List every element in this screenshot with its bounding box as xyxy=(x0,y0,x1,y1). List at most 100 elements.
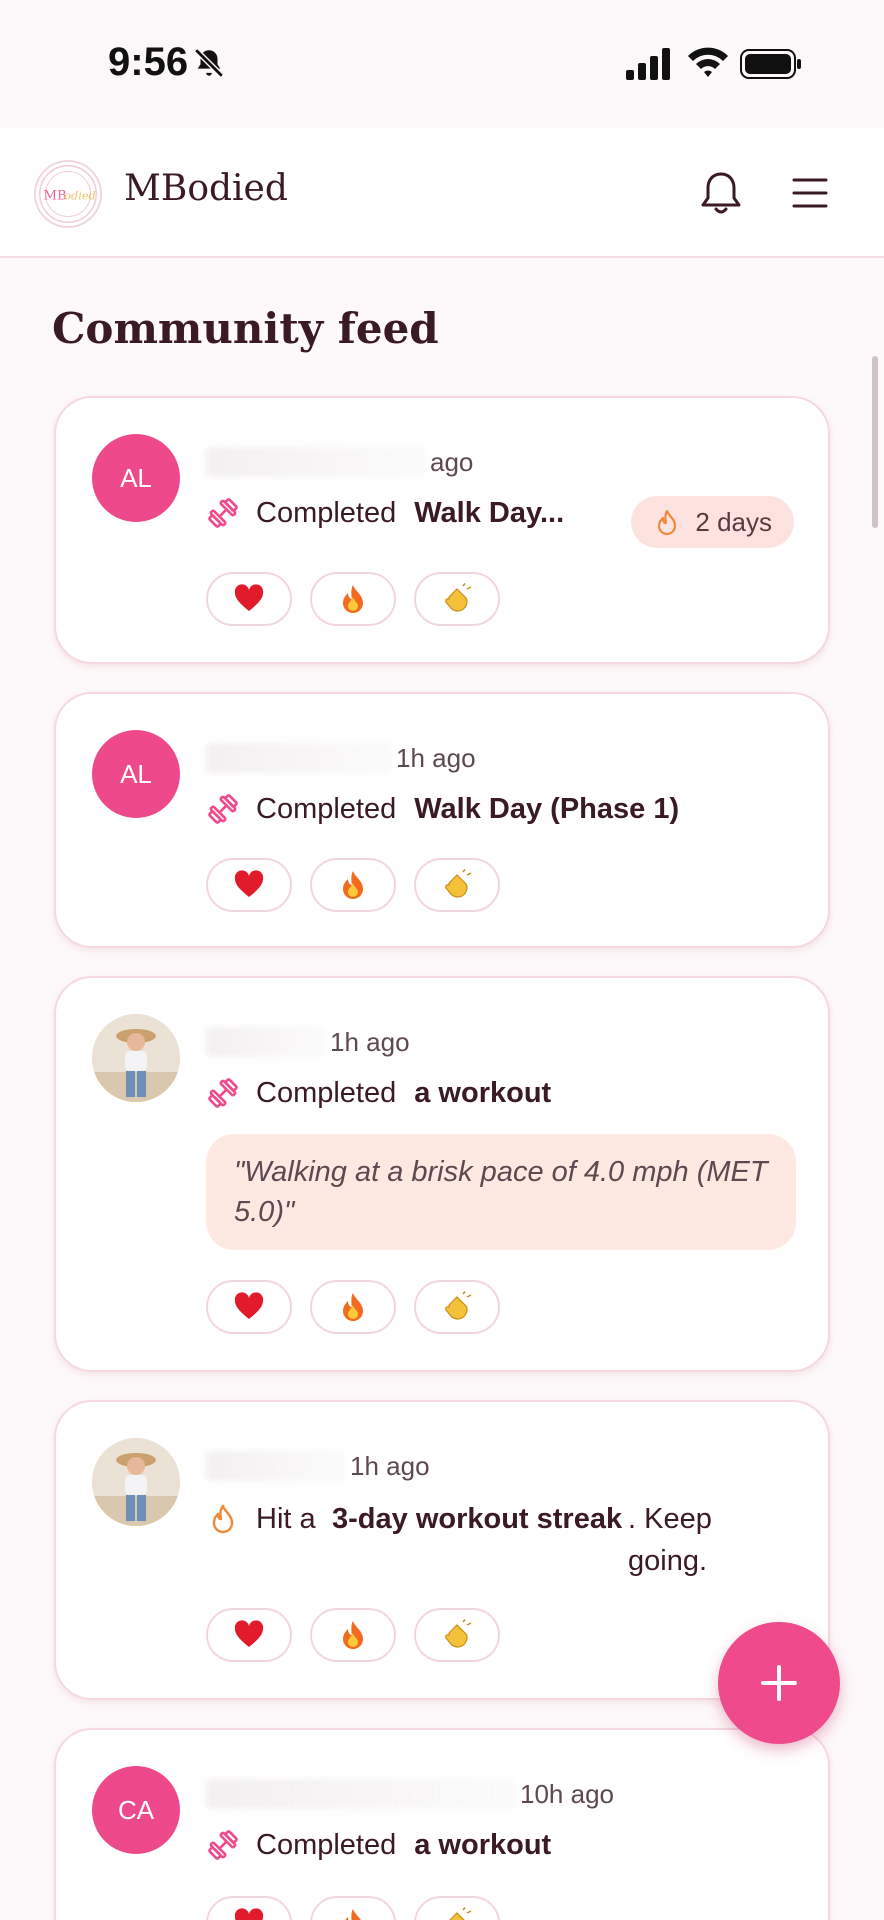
clap-icon xyxy=(445,869,472,898)
fire-icon xyxy=(345,1909,361,1920)
reaction-fire-button[interactable] xyxy=(310,1280,396,1334)
add-post-button[interactable] xyxy=(718,1622,840,1744)
post-meta: 1h ago xyxy=(206,1446,430,1486)
author-name-blurred xyxy=(206,1451,346,1481)
reaction-bar xyxy=(206,1896,500,1920)
activity-target[interactable]: Walk Day... xyxy=(414,497,564,530)
clap-icon xyxy=(449,1907,472,1920)
reaction-bar xyxy=(206,1608,500,1662)
activity-target[interactable]: a workout xyxy=(414,1077,551,1110)
fire-icon xyxy=(343,1293,363,1321)
activity-row: Completed Walk Day... xyxy=(206,496,564,530)
reaction-heart-button[interactable] xyxy=(206,572,292,626)
status-time: 9:56 xyxy=(108,40,189,84)
activity-row: Completed Walk Day (Phase 1) xyxy=(206,792,679,826)
fire-icon xyxy=(343,585,363,613)
heart-icon xyxy=(234,584,264,611)
bell-muted-icon xyxy=(194,48,224,78)
app-logo[interactable]: MB odied xyxy=(34,160,102,228)
reaction-fire-button[interactable] xyxy=(310,1896,396,1920)
streak-name[interactable]: 3-day workout streak xyxy=(332,1498,628,1540)
streak-suffix: . Keep going. xyxy=(628,1503,712,1577)
fire-icon xyxy=(343,1621,363,1649)
fire-icon xyxy=(343,871,363,899)
reaction-fire-button[interactable] xyxy=(310,572,396,626)
flame-icon xyxy=(658,509,677,536)
app-header: MB odied MBodied xyxy=(0,128,884,258)
reaction-heart-button[interactable] xyxy=(206,1280,292,1334)
streak-message: Hit a 3-day workout streak . Keep going. xyxy=(206,1498,738,1582)
reaction-clap-button[interactable] xyxy=(414,1280,500,1334)
reaction-fire-button[interactable] xyxy=(310,858,396,912)
svg-text:odied: odied xyxy=(64,190,96,203)
time-ago: 1h ago xyxy=(350,1450,430,1481)
reaction-heart-button[interactable] xyxy=(206,1608,292,1662)
time-ago: 1h ago xyxy=(396,742,476,773)
activity-label: Completed xyxy=(256,496,397,529)
reaction-bar xyxy=(206,1280,500,1334)
scrollbar[interactable] xyxy=(872,356,878,528)
post-meta: 1h ago xyxy=(206,1022,410,1062)
streak-badge-label: 2 days xyxy=(695,506,772,537)
clap-icon xyxy=(445,1291,472,1320)
feed-card[interactable]: 1h ago Hit a 3-day workout streak . Keep… xyxy=(54,1400,830,1700)
svg-text:MB: MB xyxy=(44,189,67,204)
status-bar: 9:56 xyxy=(0,0,884,128)
time-ago: ago xyxy=(430,446,474,477)
flame-icon xyxy=(212,1504,234,1534)
menu-icon[interactable] xyxy=(790,170,830,216)
avatar-initials: AL xyxy=(120,758,152,789)
feed-card[interactable]: CA 10h ago Completed a workout xyxy=(54,1728,830,1920)
activity-target[interactable]: a workout xyxy=(414,1829,551,1862)
reaction-clap-button[interactable] xyxy=(414,1608,500,1662)
feed-card[interactable]: 1h ago Completed a workout "Walking at a… xyxy=(54,976,830,1372)
clap-icon xyxy=(445,1619,472,1648)
reaction-clap-button[interactable] xyxy=(414,1896,500,1920)
avatar[interactable]: CA xyxy=(92,1766,180,1854)
activity-target[interactable]: Walk Day (Phase 1) xyxy=(414,793,679,826)
activity-row: Completed a workout xyxy=(206,1828,551,1862)
heart-icon xyxy=(234,1292,264,1319)
streak-badge: 2 days xyxy=(631,496,794,548)
dumbbell-icon xyxy=(208,1830,238,1860)
avatar[interactable]: AL xyxy=(92,434,180,522)
time-ago: 1h ago xyxy=(330,1026,410,1057)
bell-icon[interactable] xyxy=(698,168,744,218)
heart-icon xyxy=(234,1620,264,1647)
post-meta: 1h ago xyxy=(206,738,476,778)
heart-icon xyxy=(234,1908,264,1920)
reaction-bar xyxy=(206,572,500,626)
reaction-heart-button[interactable] xyxy=(206,858,292,912)
plus-icon xyxy=(761,1665,797,1701)
post-meta: 10h ago xyxy=(206,1774,614,1814)
dumbbell-icon xyxy=(208,498,238,528)
avatar[interactable] xyxy=(92,1438,180,1526)
avatar[interactable] xyxy=(92,1014,180,1102)
reaction-clap-button[interactable] xyxy=(414,858,500,912)
avatar[interactable]: AL xyxy=(92,730,180,818)
reaction-bar xyxy=(206,858,500,912)
feed-card[interactable]: AL 1h ago Completed Walk Day (Phase 1) xyxy=(54,692,830,948)
activity-row: Completed a workout xyxy=(206,1076,551,1110)
workout-note: "Walking at a brisk pace of 4.0 mph (MET… xyxy=(206,1134,796,1250)
reaction-clap-button[interactable] xyxy=(414,572,500,626)
battery-icon xyxy=(740,49,801,79)
user-photo xyxy=(92,1438,180,1526)
activity-label: Completed xyxy=(256,1828,397,1861)
reaction-fire-button[interactable] xyxy=(310,1608,396,1662)
activity-label: Completed xyxy=(256,1076,397,1109)
author-name-blurred xyxy=(206,447,426,477)
clap-icon xyxy=(445,583,472,612)
activity-label: Completed xyxy=(256,792,397,825)
reaction-heart-button[interactable] xyxy=(206,1896,292,1920)
post-meta: ago xyxy=(206,442,473,482)
feed-card[interactable]: AL ago Completed Walk Day... 2 days xyxy=(54,396,830,664)
streak-hit-text: Hit a xyxy=(256,1503,316,1535)
author-name-blurred xyxy=(206,743,392,773)
avatar-initials: AL xyxy=(120,462,152,493)
app-title: MBodied xyxy=(124,168,288,209)
author-name-blurred xyxy=(206,1779,516,1809)
avatar-initials: CA xyxy=(117,1794,155,1825)
feed-title: Community feed xyxy=(52,304,439,353)
author-name-blurred xyxy=(206,1027,326,1057)
